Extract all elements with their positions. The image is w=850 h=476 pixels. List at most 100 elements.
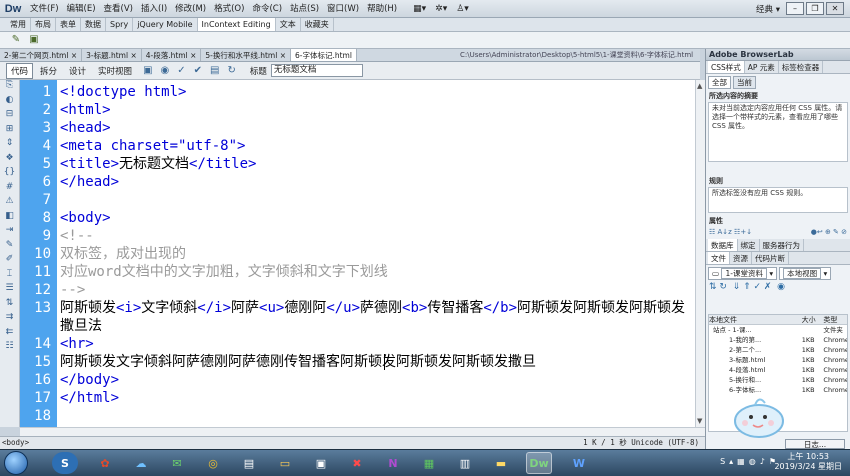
gear-icon[interactable]: ✲▾	[435, 0, 447, 18]
tab-databases[interactable]: 数据库	[708, 239, 738, 251]
file-tree-row[interactable]: 4-段落.html 1KB Chrome...	[709, 365, 847, 375]
code-line[interactable]: <!doctype html>	[60, 83, 690, 101]
menu-item[interactable]: 插入(I)	[137, 0, 171, 18]
tray-arrow-icon[interactable]: ▴	[729, 457, 733, 466]
qq-icon[interactable]: ☁	[128, 452, 154, 474]
insert-tab[interactable]: InContext Editing	[197, 18, 276, 31]
file-tree-row[interactable]: 5-换行和... 1KB Chrome...	[709, 375, 847, 385]
format-source-icon[interactable]: ☷	[0, 341, 19, 354]
code-line[interactable]: <hr>	[60, 335, 690, 353]
code-line[interactable]: <html>	[60, 101, 690, 119]
view-select[interactable]: 本地视图 ▾	[779, 267, 832, 280]
code-view-button[interactable]: 代码	[6, 62, 34, 79]
sogou-icon[interactable]: S	[52, 452, 78, 474]
code-line[interactable]: <!--	[60, 227, 690, 245]
code-line[interactable]: </html>	[60, 389, 690, 407]
clock[interactable]: 上午 10:53 2019/3/24 星期日	[774, 452, 842, 472]
tab-files[interactable]: 文件	[708, 252, 730, 264]
maximize-button[interactable]: ❐	[806, 2, 824, 15]
menu-item[interactable]: 格式(O)	[210, 0, 248, 18]
indent-icon[interactable]: ⇉	[0, 312, 19, 325]
tab-ap-elements[interactable]: AP 元素	[745, 61, 779, 73]
insert-tab[interactable]: Spry	[106, 18, 134, 31]
browserlab-panel-header[interactable]: Adobe BrowserLab	[706, 49, 850, 61]
syntax-coloring-icon[interactable]: ◧	[0, 211, 19, 224]
open-documents-icon[interactable]: ⎘	[0, 80, 19, 93]
code-line[interactable]: </body>	[60, 371, 690, 389]
highlight-invalid-icon[interactable]: ⚠	[0, 196, 19, 209]
site-select[interactable]: ▭ 1-课堂资料 ▾	[708, 267, 778, 280]
xmind-icon[interactable]: ✖	[344, 452, 370, 474]
wechat-icon[interactable]: ✉	[164, 452, 190, 474]
document-tab[interactable]: 2-第二个网页.html ×	[0, 49, 83, 61]
wrap-tag-icon[interactable]: ⌶	[0, 269, 19, 282]
weibo-icon[interactable]: ✿	[92, 452, 118, 474]
document-tab[interactable]: 4-段落.html ×	[142, 49, 202, 61]
layout-icon[interactable]: ▦▾	[413, 0, 426, 18]
collapse-tag-icon[interactable]: ⊟	[0, 109, 19, 122]
split-view-button[interactable]: 拆分	[35, 63, 62, 79]
workspace-switcher[interactable]: 经典 ▾	[756, 3, 780, 15]
code-line[interactable]: 阿斯顿发文字倾斜阿萨德刚阿萨德刚传智播客阿斯顿发阿斯顿发阿斯顿发撒旦	[60, 353, 690, 371]
code-line[interactable]: 对应word文档中的文字加粗，文字倾斜和文字下划线	[60, 263, 690, 281]
code-line[interactable]: -->	[60, 281, 690, 299]
live-view-button[interactable]: 实时视图	[93, 63, 137, 79]
tab-snippets[interactable]: 代码片断	[752, 252, 789, 264]
document-title-input[interactable]: 无标题文档	[270, 64, 363, 77]
insert-tab[interactable]: 数据	[81, 18, 106, 31]
file-tree-row[interactable]: 3-标题.html 1KB Chrome...	[709, 355, 847, 365]
col-local-files[interactable]: 本地文件	[709, 315, 802, 324]
menu-item[interactable]: 修改(M)	[171, 0, 210, 18]
insert-tab[interactable]: 常用	[6, 18, 31, 31]
remove-comment-icon[interactable]: ✐	[0, 254, 19, 267]
app-window-icon[interactable]: ▣	[308, 452, 334, 474]
col-size[interactable]: 大小	[802, 315, 824, 324]
menu-item[interactable]: 命令(C)	[248, 0, 286, 18]
incontext-region-icon[interactable]: ✎	[10, 34, 22, 46]
security-icon[interactable]: ◍	[749, 457, 756, 466]
scroll-up-icon[interactable]: ▲	[697, 82, 702, 90]
horizontal-scrollbar[interactable]	[20, 427, 705, 436]
balance-braces-icon[interactable]: {}	[0, 167, 19, 180]
ime-icon[interactable]: S	[720, 457, 725, 466]
tag-selector[interactable]: <body>	[2, 437, 29, 449]
move-css-icon[interactable]: ⇅	[0, 298, 19, 311]
files-icon[interactable]: ▬	[488, 452, 514, 474]
user-icon[interactable]: ♙▾	[456, 0, 469, 18]
tab-assets[interactable]: 资源	[730, 252, 752, 264]
tab-server-behaviors[interactable]: 服务器行为	[760, 239, 804, 251]
multiscreen-icon[interactable]: ▣	[143, 65, 152, 76]
log-button[interactable]: 日志...	[785, 439, 845, 449]
tab-tag-inspector[interactable]: 标签检查器	[779, 61, 824, 73]
scroll-down-icon[interactable]: ▼	[697, 417, 702, 425]
tab-css-styles[interactable]: CSS样式	[708, 61, 745, 73]
file-tree-row[interactable]: 2-第二个... 1KB Chrome...	[709, 345, 847, 355]
design-view-button[interactable]: 设计	[64, 63, 91, 79]
folder-icon[interactable]: ▭	[272, 452, 298, 474]
tab-bindings[interactable]: 绑定	[738, 239, 760, 251]
dreamweaver-taskbar-icon[interactable]: Dw	[526, 452, 552, 474]
current-button[interactable]: 当前	[733, 76, 756, 89]
show-code-navigator-icon[interactable]: ◐	[0, 95, 19, 108]
refresh-icon[interactable]: ↻	[227, 65, 235, 76]
vertical-scrollbar[interactable]: ▲ ▼	[695, 80, 705, 427]
start-button[interactable]	[4, 451, 28, 475]
col-type[interactable]: 类型	[823, 315, 847, 324]
close-button[interactable]: ✕	[826, 2, 844, 15]
code-line[interactable]: <meta charset="utf-8">	[60, 137, 690, 155]
menu-item[interactable]: 窗口(W)	[323, 0, 363, 18]
code-line[interactable]: 阿斯顿发<i>文字倾斜</i>阿萨<u>德刚阿</u>萨德刚<b>传智播客</b…	[60, 299, 690, 335]
auto-indent-icon[interactable]: ⇥	[0, 225, 19, 238]
apply-comment-icon[interactable]: ✎	[0, 240, 19, 253]
network-icon[interactable]: ▦	[737, 457, 745, 466]
insert-tab[interactable]: 收藏夹	[301, 18, 334, 31]
notepad-icon[interactable]: ▦	[416, 452, 442, 474]
insert-tab[interactable]: 文本	[276, 18, 301, 31]
line-numbers-icon[interactable]: #	[0, 182, 19, 195]
wps-icon[interactable]: W	[566, 452, 592, 474]
file-tree-row[interactable]: 1-我的第... 1KB Chrome...	[709, 335, 847, 345]
menu-item[interactable]: 编辑(E)	[63, 0, 100, 18]
insert-tab[interactable]: 表单	[56, 18, 81, 31]
code-line[interactable]: <head>	[60, 119, 690, 137]
file-tree-row[interactable]: 站点 - 1-课... 文件夹	[709, 325, 847, 335]
